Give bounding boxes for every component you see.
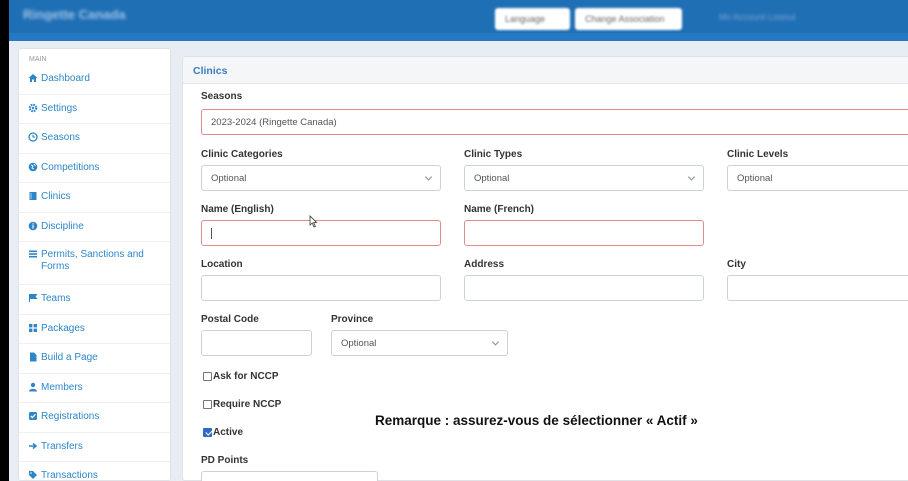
clinic-types-select[interactable]: Optional <box>464 165 704 191</box>
sidebar-item-settings[interactable]: Settings <box>19 95 170 124</box>
globe-icon <box>28 162 38 171</box>
sidebar-item-label: Packages <box>41 322 85 334</box>
top-navbar: Ringette Canada Language Change Associat… <box>9 0 908 33</box>
province-select[interactable]: Optional <box>331 330 508 356</box>
sidebar-item-label: Dashboard <box>41 73 90 84</box>
chevron-down-icon <box>687 173 696 181</box>
sidebar-item-label: Clinics <box>41 191 71 202</box>
sidebar-item-label: Transfers <box>41 440 83 452</box>
clinic-levels-value: Optional <box>737 172 773 184</box>
seasons-value: 2023-2024 (Ringette Canada) <box>211 116 337 128</box>
pd-points-label: PD Points <box>201 455 249 466</box>
ask-nccp-checkbox[interactable]: Ask for NCCP <box>203 371 279 382</box>
sidebar-section-label: MAIN <box>29 56 47 63</box>
checkbox-box[interactable] <box>203 400 212 409</box>
sidebar-item-label: Registrations <box>41 411 100 422</box>
clock-icon <box>28 132 38 142</box>
checkbox-box-checked[interactable] <box>203 428 212 437</box>
pd-points-input[interactable] <box>201 471 378 481</box>
sidebar-item-packages[interactable]: Packages <box>19 315 170 344</box>
account-links[interactable]: My Account Logout <box>719 12 879 20</box>
sidebar-item-build-a-page[interactable]: Build a Page <box>19 344 170 374</box>
clinic-categories-select[interactable]: Optional <box>201 165 441 191</box>
sidebar-item-label: Discipline <box>41 220 84 232</box>
file-icon <box>30 352 37 362</box>
sidebar-item-label: Seasons <box>41 132 80 143</box>
require-nccp-checkbox[interactable]: Require NCCP <box>203 399 281 410</box>
arrow-right-icon <box>29 442 38 449</box>
ask-nccp-label: Ask for NCCP <box>213 371 279 382</box>
city-input[interactable] <box>727 275 908 301</box>
sidebar-item-clinics[interactable]: Clinics <box>19 183 170 213</box>
city-label: City <box>727 259 746 270</box>
location-label: Location <box>201 259 243 270</box>
instruction-caption: Remarque : assurez-vous de sélectionner … <box>375 413 698 428</box>
province-value: Optional <box>341 337 377 349</box>
user-icon <box>29 382 37 391</box>
sidebar-item-registrations[interactable]: Registrations <box>19 403 170 433</box>
clinic-levels-label: Clinic Levels <box>727 149 789 160</box>
checkbox-box[interactable] <box>203 372 212 381</box>
app-window: Ringette Canada Language Change Associat… <box>9 0 908 481</box>
sidebar-item-dashboard[interactable]: Dashboard <box>19 65 170 95</box>
require-nccp-label: Require NCCP <box>213 399 282 410</box>
sidebar-item-discipline[interactable]: Discipline <box>19 213 170 242</box>
sidebar-item-competitions[interactable]: Competitions <box>19 154 170 183</box>
name-french-label: Name (French) <box>464 204 535 215</box>
mouse-cursor-icon <box>309 215 318 228</box>
gear-icon <box>28 103 38 112</box>
name-english-input[interactable] <box>201 220 441 246</box>
seasons-field[interactable]: 2023-2024 (Ringette Canada) <box>201 109 908 135</box>
chevron-down-icon <box>424 173 433 181</box>
tags-icon <box>29 471 37 479</box>
sidebar-item-label: Settings <box>41 102 78 114</box>
sidebar-item-transfers[interactable]: Transfers <box>19 433 170 462</box>
home-icon <box>28 74 38 82</box>
name-french-input[interactable] <box>464 220 704 246</box>
sub-navbar <box>9 33 908 41</box>
name-english-label: Name (English) <box>201 204 274 215</box>
clinic-types-label: Clinic Types <box>464 149 523 160</box>
change-association-button[interactable]: Change Association <box>575 8 682 30</box>
panel-title: Clinics <box>183 57 908 84</box>
address-label: Address <box>464 259 505 270</box>
grid-icon <box>29 323 37 332</box>
language-button[interactable]: Language <box>495 8 570 30</box>
sidebar-item-label: Build a Page <box>41 352 98 363</box>
active-checkbox[interactable]: Active <box>203 427 243 438</box>
seasons-label: Seasons <box>201 91 243 102</box>
sidebar-item-transactions[interactable]: Transactions <box>19 462 170 481</box>
text-caret <box>211 227 212 239</box>
location-input[interactable] <box>201 275 441 301</box>
address-input[interactable] <box>464 275 704 301</box>
sidebar: MAIN Dashboard Settings Seasons Competit… <box>18 48 171 481</box>
province-label: Province <box>331 314 374 325</box>
sidebar-item-label: Competitions <box>41 161 100 173</box>
list-icon <box>29 250 37 258</box>
sidebar-item-members[interactable]: Members <box>19 374 170 403</box>
chevron-down-icon <box>491 338 500 346</box>
clinic-categories-value: Optional <box>211 172 247 184</box>
active-label: Active <box>213 427 244 438</box>
sidebar-item-permits[interactable]: Permits, Sanctions and Forms <box>19 242 170 285</box>
book-icon <box>29 192 37 200</box>
sidebar-item-label: Transactions <box>41 470 98 481</box>
postal-code-input[interactable] <box>201 330 312 356</box>
brand-logo[interactable]: Ringette Canada <box>23 7 163 21</box>
sidebar-item-seasons[interactable]: Seasons <box>19 124 170 154</box>
info-circle-icon <box>28 221 38 230</box>
sidebar-item-teams[interactable]: Teams <box>19 285 170 315</box>
clinic-categories-label: Clinic Categories <box>201 149 283 160</box>
sidebar-item-label: Members <box>41 381 83 393</box>
clinic-types-value: Optional <box>474 172 510 184</box>
postal-code-label: Postal Code <box>201 314 259 325</box>
sidebar-item-label: Permits, Sanctions and Forms <box>41 249 144 272</box>
flag-icon <box>29 294 38 302</box>
clinic-levels-select[interactable]: Optional <box>727 165 908 191</box>
check-square-icon <box>29 412 37 420</box>
sidebar-item-label: Teams <box>41 293 71 304</box>
